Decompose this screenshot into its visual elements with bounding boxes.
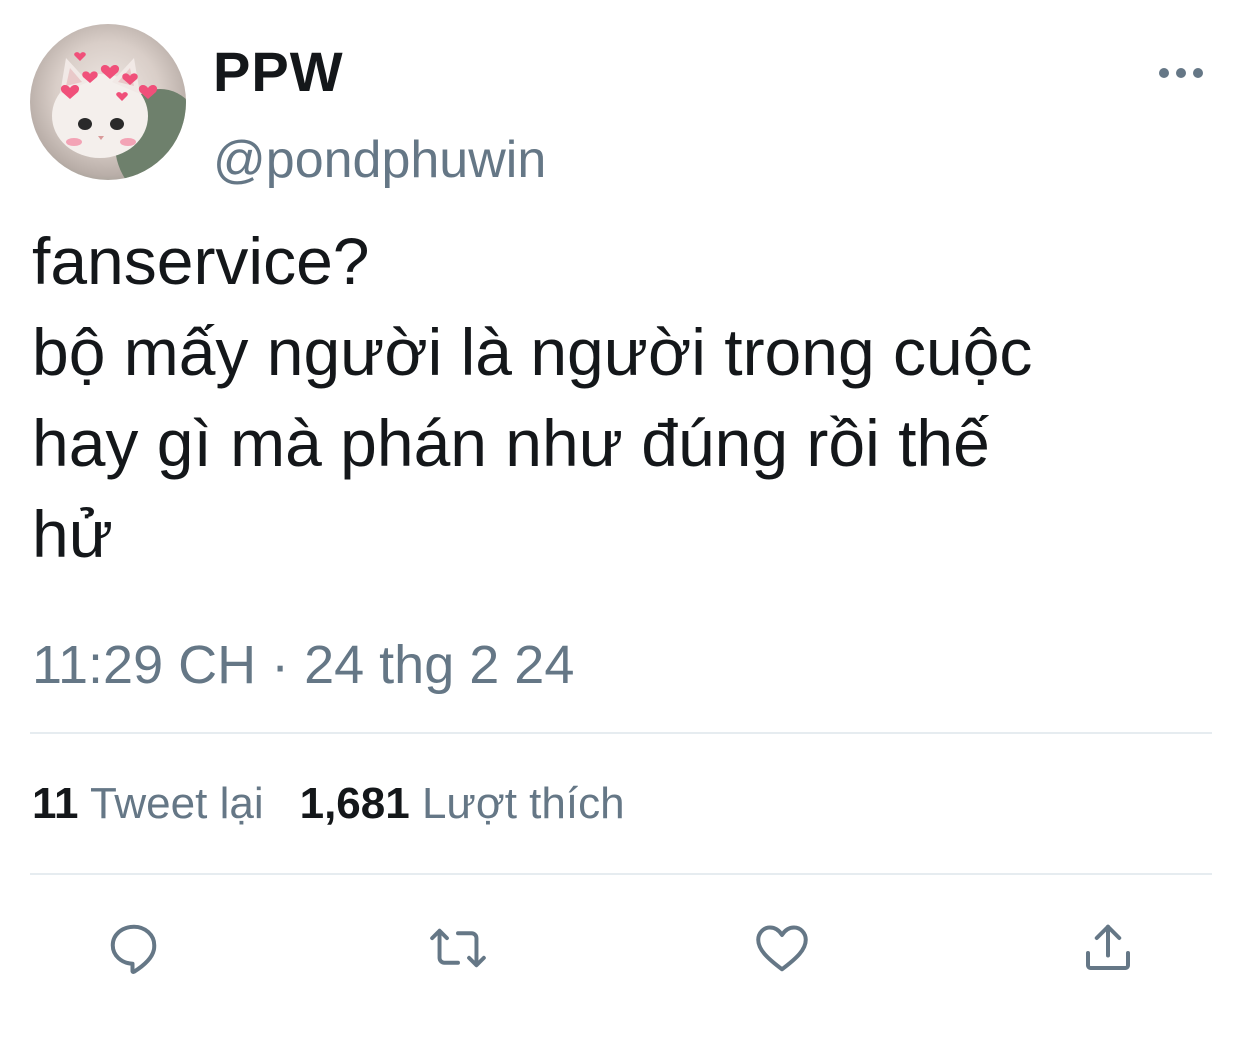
reply-icon	[110, 924, 157, 974]
tweet-timestamp[interactable]: 11:29 CH · 24 thg 2 24	[32, 638, 574, 692]
display-name[interactable]: PPW	[213, 44, 344, 100]
divider	[30, 732, 1212, 734]
reply-button[interactable]	[98, 912, 170, 984]
engagement-stats: 11 Tweet lại 1,681 Lượt thích	[32, 782, 625, 826]
tweet-text-line: bộ mấy người là người trong cuộc	[32, 315, 1033, 389]
tweet-text: fanservice? bộ mấy người là người trong …	[32, 216, 1222, 580]
likes-count: 1,681	[299, 779, 410, 828]
retweets-label: Tweet lại	[89, 779, 264, 828]
tweet-text-line: hử	[32, 497, 113, 571]
likes-stat[interactable]: 1,681 Lượt thích	[300, 782, 625, 826]
tweet-text-line: fanservice?	[32, 224, 370, 298]
retweets-stat[interactable]: 11 Tweet lại	[32, 782, 264, 826]
user-handle[interactable]: @pondphuwin	[213, 134, 546, 186]
retweet-icon	[430, 928, 486, 968]
retweets-count: 11	[32, 779, 79, 828]
more-horizontal-icon	[1159, 68, 1203, 78]
like-heart-icon	[756, 925, 808, 972]
more-options-button[interactable]	[1154, 58, 1210, 88]
like-button[interactable]	[746, 912, 818, 984]
avatar[interactable]	[30, 24, 186, 180]
cat-avatar-image	[52, 52, 186, 180]
share-button[interactable]	[1072, 912, 1144, 984]
share-icon	[1086, 924, 1130, 970]
likes-label: Lượt thích	[421, 779, 625, 828]
divider	[30, 873, 1212, 875]
tweet-text-line: hay gì mà phán như đúng rồi thế	[32, 406, 990, 480]
tweet-detail: PPW @pondphuwin fanservice? bộ mấy người…	[0, 0, 1242, 1038]
retweet-button[interactable]	[422, 912, 494, 984]
